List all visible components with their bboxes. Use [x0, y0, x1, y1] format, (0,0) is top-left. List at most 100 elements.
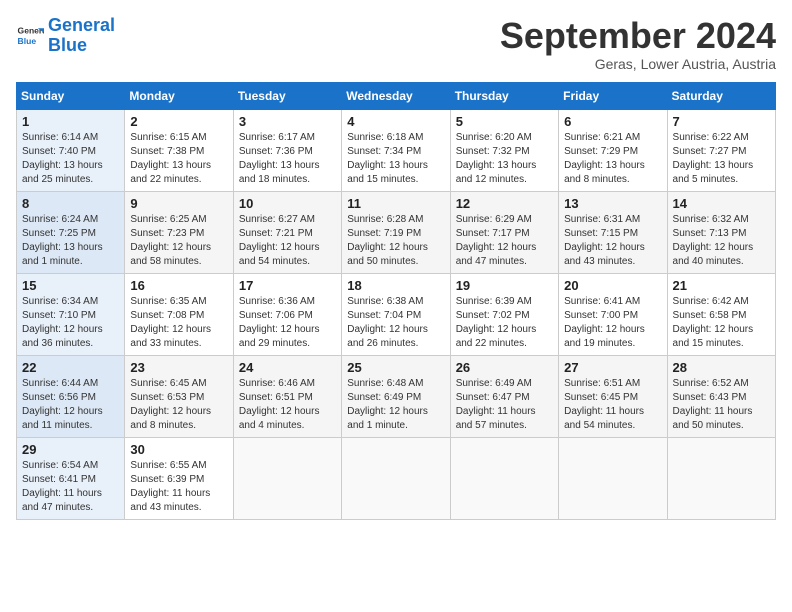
svg-text:General: General	[18, 25, 44, 35]
calendar-cell: 27 Sunrise: 6:51 AM Sunset: 6:45 PM Dayli…	[559, 355, 667, 437]
logo-text: GeneralBlue	[48, 16, 115, 56]
day-number: 22	[22, 360, 119, 375]
calendar-week-1: 1 Sunrise: 6:14 AM Sunset: 7:40 PM Daylig…	[17, 109, 776, 191]
calendar-cell: 2 Sunrise: 6:15 AM Sunset: 7:38 PM Daylig…	[125, 109, 233, 191]
calendar-week-5: 29 Sunrise: 6:54 AM Sunset: 6:41 PM Dayli…	[17, 437, 776, 519]
month-title: September 2024	[500, 16, 776, 56]
day-info: Sunrise: 6:46 AM Sunset: 6:51 PM Dayligh…	[239, 377, 336, 433]
day-number: 10	[239, 196, 336, 211]
day-info: Sunrise: 6:24 AM Sunset: 7:25 PM Dayligh…	[22, 213, 119, 269]
day-number: 4	[347, 114, 444, 129]
day-info: Sunrise: 6:22 AM Sunset: 7:27 PM Dayligh…	[673, 131, 770, 187]
weekday-wednesday: Wednesday	[342, 82, 450, 109]
day-number: 3	[239, 114, 336, 129]
day-info: Sunrise: 6:17 AM Sunset: 7:36 PM Dayligh…	[239, 131, 336, 187]
day-info: Sunrise: 6:25 AM Sunset: 7:23 PM Dayligh…	[130, 213, 227, 269]
calendar-cell: 13 Sunrise: 6:31 AM Sunset: 7:15 PM Dayli…	[559, 191, 667, 273]
calendar-cell: 18 Sunrise: 6:38 AM Sunset: 7:04 PM Dayli…	[342, 273, 450, 355]
calendar-cell: 8 Sunrise: 6:24 AM Sunset: 7:25 PM Daylig…	[17, 191, 125, 273]
calendar-cell: 26 Sunrise: 6:49 AM Sunset: 6:47 PM Dayli…	[450, 355, 558, 437]
calendar-cell: 6Sunrise: 6:21 AM Sunset: 7:29 PM Daylig…	[559, 109, 667, 191]
day-info: Sunrise: 6:34 AM Sunset: 7:10 PM Dayligh…	[22, 295, 119, 351]
calendar-cell: 5 Sunrise: 6:20 AM Sunset: 7:32 PM Daylig…	[450, 109, 558, 191]
calendar-cell: 20 Sunrise: 6:41 AM Sunset: 7:00 PM Dayli…	[559, 273, 667, 355]
day-info: Sunrise: 6:32 AM Sunset: 7:13 PM Dayligh…	[673, 213, 770, 269]
calendar-table: SundayMondayTuesdayWednesdayThursdayFrid…	[16, 82, 776, 520]
calendar-cell: 15 Sunrise: 6:34 AM Sunset: 7:10 PM Dayli…	[17, 273, 125, 355]
day-info: Sunrise: 6:27 AM Sunset: 7:21 PM Dayligh…	[239, 213, 336, 269]
day-info: Sunrise: 6:39 AM Sunset: 7:02 PM Dayligh…	[456, 295, 553, 351]
title-block: September 2024 Geras, Lower Austria, Aus…	[500, 16, 776, 72]
day-number: 28	[673, 360, 770, 375]
svg-text:Blue: Blue	[18, 36, 37, 46]
calendar-cell: 12Sunrise: 6:29 AM Sunset: 7:17 PM Dayli…	[450, 191, 558, 273]
day-number: 2	[130, 114, 227, 129]
page-header: General Blue GeneralBlue September 2024 …	[16, 16, 776, 72]
day-info: Sunrise: 6:14 AM Sunset: 7:40 PM Dayligh…	[22, 131, 119, 187]
day-info: Sunrise: 6:55 AM Sunset: 6:39 PM Dayligh…	[130, 459, 227, 515]
day-number: 13	[564, 196, 661, 211]
day-number: 11	[347, 196, 444, 211]
calendar-cell: 23Sunrise: 6:45 AM Sunset: 6:53 PM Dayli…	[125, 355, 233, 437]
day-info: Sunrise: 6:54 AM Sunset: 6:41 PM Dayligh…	[22, 459, 119, 515]
calendar-cell: 3 Sunrise: 6:17 AM Sunset: 7:36 PM Daylig…	[233, 109, 341, 191]
day-number: 30	[130, 442, 227, 457]
day-number: 1	[22, 114, 119, 129]
day-info: Sunrise: 6:35 AM Sunset: 7:08 PM Dayligh…	[130, 295, 227, 351]
day-info: Sunrise: 6:48 AM Sunset: 6:49 PM Dayligh…	[347, 377, 444, 433]
day-info: Sunrise: 6:44 AM Sunset: 6:56 PM Dayligh…	[22, 377, 119, 433]
calendar-cell	[559, 437, 667, 519]
weekday-tuesday: Tuesday	[233, 82, 341, 109]
day-number: 27	[564, 360, 661, 375]
day-info: Sunrise: 6:51 AM Sunset: 6:45 PM Dayligh…	[564, 377, 661, 433]
calendar-cell	[233, 437, 341, 519]
day-number: 5	[456, 114, 553, 129]
day-number: 14	[673, 196, 770, 211]
calendar-cell: 28 Sunrise: 6:52 AM Sunset: 6:43 PM Dayli…	[667, 355, 775, 437]
day-number: 8	[22, 196, 119, 211]
calendar-cell: 14 Sunrise: 6:32 AM Sunset: 7:13 PM Dayli…	[667, 191, 775, 273]
calendar-cell: 22 Sunrise: 6:44 AM Sunset: 6:56 PM Dayli…	[17, 355, 125, 437]
day-info: Sunrise: 6:20 AM Sunset: 7:32 PM Dayligh…	[456, 131, 553, 187]
day-info: Sunrise: 6:52 AM Sunset: 6:43 PM Dayligh…	[673, 377, 770, 433]
day-number: 25	[347, 360, 444, 375]
logo: General Blue GeneralBlue	[16, 16, 115, 56]
day-info: Sunrise: 6:49 AM Sunset: 6:47 PM Dayligh…	[456, 377, 553, 433]
day-info: Sunrise: 6:36 AM Sunset: 7:06 PM Dayligh…	[239, 295, 336, 351]
day-info: Sunrise: 6:42 AM Sunset: 6:58 PM Dayligh…	[673, 295, 770, 351]
calendar-cell	[342, 437, 450, 519]
calendar-cell: 24 Sunrise: 6:46 AM Sunset: 6:51 PM Dayli…	[233, 355, 341, 437]
calendar-cell: 11 Sunrise: 6:28 AM Sunset: 7:19 PM Dayli…	[342, 191, 450, 273]
day-number: 15	[22, 278, 119, 293]
day-number: 6	[564, 114, 661, 129]
day-info: Sunrise: 6:18 AM Sunset: 7:34 PM Dayligh…	[347, 131, 444, 187]
calendar-cell: 29 Sunrise: 6:54 AM Sunset: 6:41 PM Dayli…	[17, 437, 125, 519]
calendar-cell: 9Sunrise: 6:25 AM Sunset: 7:23 PM Daylig…	[125, 191, 233, 273]
day-info: Sunrise: 6:31 AM Sunset: 7:15 PM Dayligh…	[564, 213, 661, 269]
calendar-week-4: 22 Sunrise: 6:44 AM Sunset: 6:56 PM Dayli…	[17, 355, 776, 437]
weekday-saturday: Saturday	[667, 82, 775, 109]
weekday-sunday: Sunday	[17, 82, 125, 109]
day-info: Sunrise: 6:41 AM Sunset: 7:00 PM Dayligh…	[564, 295, 661, 351]
calendar-cell: 21 Sunrise: 6:42 AM Sunset: 6:58 PM Dayli…	[667, 273, 775, 355]
day-info: Sunrise: 6:28 AM Sunset: 7:19 PM Dayligh…	[347, 213, 444, 269]
weekday-header-row: SundayMondayTuesdayWednesdayThursdayFrid…	[17, 82, 776, 109]
calendar-cell: 25 Sunrise: 6:48 AM Sunset: 6:49 PM Dayli…	[342, 355, 450, 437]
day-info: Sunrise: 6:38 AM Sunset: 7:04 PM Dayligh…	[347, 295, 444, 351]
day-number: 7	[673, 114, 770, 129]
location: Geras, Lower Austria, Austria	[500, 56, 776, 72]
day-info: Sunrise: 6:15 AM Sunset: 7:38 PM Dayligh…	[130, 131, 227, 187]
weekday-monday: Monday	[125, 82, 233, 109]
day-number: 24	[239, 360, 336, 375]
day-number: 29	[22, 442, 119, 457]
weekday-thursday: Thursday	[450, 82, 558, 109]
calendar-week-3: 15 Sunrise: 6:34 AM Sunset: 7:10 PM Dayli…	[17, 273, 776, 355]
day-number: 26	[456, 360, 553, 375]
calendar-week-2: 8 Sunrise: 6:24 AM Sunset: 7:25 PM Daylig…	[17, 191, 776, 273]
day-number: 21	[673, 278, 770, 293]
calendar-cell: 17Sunrise: 6:36 AM Sunset: 7:06 PM Dayli…	[233, 273, 341, 355]
calendar-cell: 7 Sunrise: 6:22 AM Sunset: 7:27 PM Daylig…	[667, 109, 775, 191]
day-number: 20	[564, 278, 661, 293]
day-number: 18	[347, 278, 444, 293]
day-info: Sunrise: 6:29 AM Sunset: 7:17 PM Dayligh…	[456, 213, 553, 269]
